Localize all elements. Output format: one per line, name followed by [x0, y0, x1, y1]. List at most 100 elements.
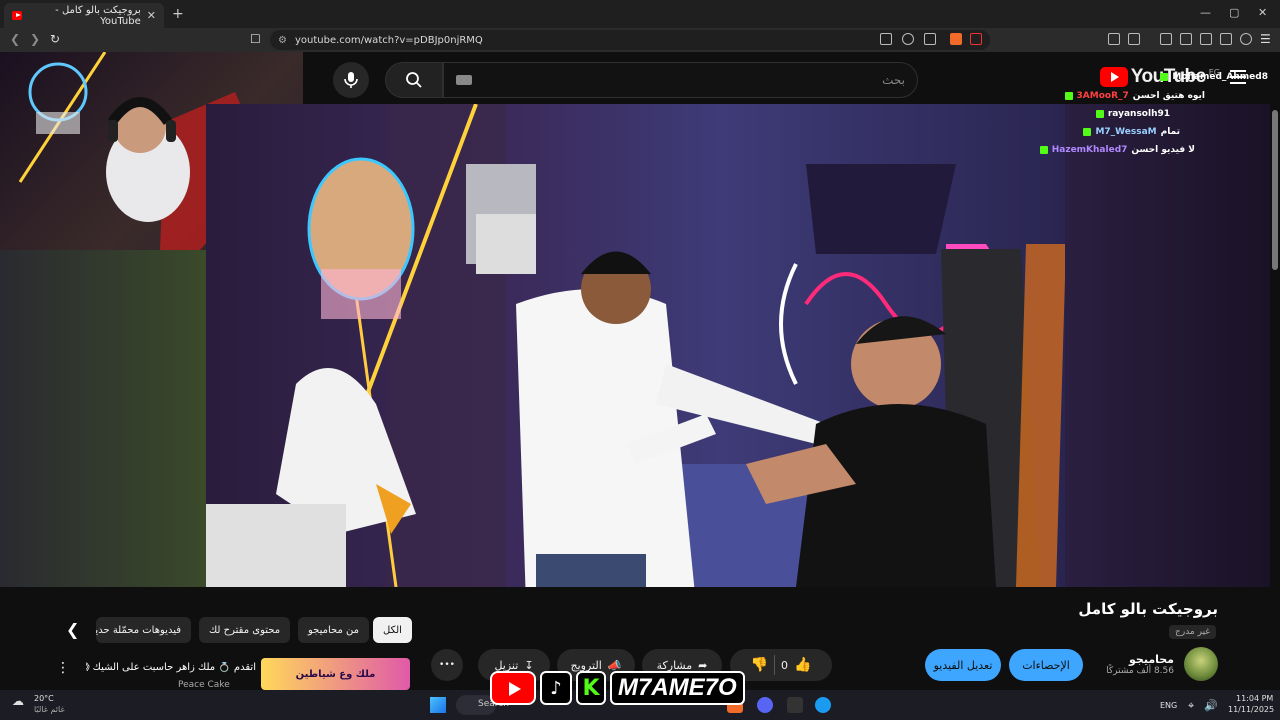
- channel-name[interactable]: محاميجو: [1106, 653, 1174, 666]
- tab-title: بروجيكت بالو كامل - YouTube: [55, 4, 141, 27]
- browser-toolbar: ❮ ❯ ↻ ☐ ⚙ youtube.com/watch?v=pDBJp0njRM…: [0, 28, 1280, 52]
- menu-icon[interactable]: ☰: [1260, 32, 1271, 46]
- subscriber-count: 8.56 ألف مشتركًا: [1106, 665, 1174, 676]
- chat-line: Mohamed_Ahmed8: [1160, 72, 1268, 82]
- browser-tab[interactable]: بروجيكت بالو كامل - YouTube ✕: [4, 3, 164, 28]
- left-video-bar: [0, 250, 206, 587]
- chip-recently-uploaded[interactable]: فيديوهات محمّلة حديثًا: [96, 617, 191, 643]
- youtube-page: بحث YouTube EG Mohamed_Ahmed8 ايوه هتيق …: [0, 52, 1280, 690]
- recommendation-thumbnail[interactable]: ملك وع شياطين: [261, 658, 410, 690]
- clock-time[interactable]: 11:04 PM: [1236, 694, 1273, 703]
- chat-user: 3AMooR_7: [1076, 91, 1129, 101]
- like-icon[interactable]: 👍: [794, 657, 811, 673]
- youtube-favicon-icon: [12, 11, 23, 20]
- screenshot-icon[interactable]: [1128, 33, 1140, 45]
- video-frame: [206, 104, 1065, 587]
- search-input[interactable]: بحث: [443, 62, 918, 98]
- chip-recommended[interactable]: محتوى مقترح لك: [199, 617, 291, 643]
- voice-search-button[interactable]: [333, 62, 369, 98]
- site-info-icon[interactable]: ⚙: [278, 35, 287, 46]
- kick-badge-icon: [1039, 146, 1048, 154]
- tiktok-logo-icon: ♪: [540, 671, 572, 705]
- recommendation-menu-icon[interactable]: ⋮: [56, 660, 70, 676]
- weather-temp: 20°C: [34, 694, 54, 703]
- privacy-badge: غير مدرج: [1169, 625, 1216, 639]
- kick-badge-icon: [1160, 73, 1169, 81]
- page-scrollbar[interactable]: [1272, 110, 1278, 270]
- chat-line: rayansolh91: [1095, 109, 1170, 119]
- chip-all[interactable]: الكل: [373, 617, 412, 643]
- microphone-icon: [344, 72, 358, 88]
- app-taskbar-icon[interactable]: [815, 697, 831, 713]
- dislike-icon[interactable]: 👎: [751, 657, 768, 673]
- clock-date[interactable]: 11/11/2025: [1228, 705, 1274, 714]
- chat-message: تمام: [1160, 127, 1180, 137]
- language-indicator[interactable]: ENG: [1160, 701, 1177, 710]
- back-icon[interactable]: ❮: [10, 32, 20, 46]
- brave-rewards-icon[interactable]: [970, 33, 982, 45]
- zoom-icon[interactable]: [902, 33, 914, 45]
- chat-line: ايوه هتيق احسن 3AMooR_7: [1064, 91, 1205, 101]
- recommendation-title[interactable]: اتقدم 💍 ملك زاهر حاسبت على الشيك 😱: [86, 662, 256, 673]
- search-placeholder: بحث: [882, 73, 905, 87]
- kick-badge-icon: [1064, 92, 1073, 100]
- chat-user: HazemKhaled7: [1051, 145, 1128, 155]
- reload-icon[interactable]: ↻: [50, 32, 60, 46]
- maximize-button[interactable]: ▢: [1229, 6, 1239, 19]
- edit-video-button[interactable]: تعديل الفيديو: [925, 649, 1001, 681]
- more-actions-button[interactable]: •••: [431, 649, 463, 681]
- streamer-name: M7AME7O: [610, 671, 745, 705]
- recommendation-channel[interactable]: Peace Cake: [178, 680, 230, 690]
- shield-icon[interactable]: [1240, 33, 1252, 45]
- like-dislike-group: 👎 0 👍: [730, 649, 832, 681]
- tab-close-icon[interactable]: ✕: [147, 9, 156, 22]
- stats-button[interactable]: الإحصاءات: [1009, 649, 1083, 681]
- extensions-icon[interactable]: [1108, 33, 1120, 45]
- channel-info: محاميجو 8.56 ألف مشتركًا: [1106, 647, 1218, 681]
- chat-message: لا فيديو احسن: [1131, 145, 1195, 155]
- kick-logo-icon: K: [576, 671, 606, 705]
- chat-user: Mohamed_Ahmed8: [1172, 72, 1268, 82]
- channel-avatar[interactable]: [1184, 647, 1218, 681]
- video-title: بروجيكت بالو كامل: [1078, 600, 1218, 618]
- start-icon[interactable]: [430, 697, 446, 713]
- browser-tab-bar: بروجيكت بالو كامل - YouTube ✕ + — ▢ ✕: [0, 0, 1280, 28]
- video-player[interactable]: [206, 104, 1065, 587]
- chip-from-channel[interactable]: من محاميجو: [298, 617, 370, 643]
- url-text: youtube.com/watch?v=pDBJp0njRMQ: [294, 34, 483, 46]
- streamer-watermark: ♪ K M7AME7O: [490, 668, 745, 708]
- terminal-taskbar-icon[interactable]: [787, 697, 803, 713]
- vpn-icon[interactable]: [1220, 33, 1232, 45]
- youtube-play-icon: [1099, 67, 1128, 87]
- live-chat-overlay: [1065, 104, 1270, 587]
- volume-icon[interactable]: 🔊: [1204, 699, 1218, 712]
- chat-user: rayansolh91: [1107, 109, 1170, 119]
- chat-message: ايوه هتيق احسن: [1132, 91, 1205, 101]
- forward-icon[interactable]: ❯: [30, 32, 40, 46]
- youtube-logo-icon: [490, 671, 536, 705]
- chat-user: M7_WessaM: [1095, 127, 1157, 137]
- wallet-icon[interactable]: [1200, 33, 1212, 45]
- weather-icon[interactable]: ☁: [12, 694, 24, 708]
- chat-line: لا فيديو احسن HazemKhaled7: [1039, 145, 1195, 155]
- bookmark-icon[interactable]: ☐: [250, 32, 261, 46]
- share-page-icon[interactable]: [924, 33, 936, 45]
- close-window-button[interactable]: ✕: [1258, 6, 1267, 19]
- network-icon[interactable]: ⌖: [1188, 699, 1194, 713]
- discord-taskbar-icon[interactable]: [757, 697, 773, 713]
- music-icon[interactable]: [1160, 33, 1172, 45]
- sidebar-icon[interactable]: [1180, 33, 1192, 45]
- search-button[interactable]: [385, 62, 443, 98]
- cast-icon[interactable]: [880, 33, 892, 45]
- weather-desc: غائم غالبًا: [34, 705, 65, 714]
- chat-line: تمام M7_WessaM: [1083, 127, 1180, 137]
- keyboard-icon[interactable]: [456, 75, 472, 85]
- like-count: 0: [781, 658, 788, 672]
- search-icon: [406, 72, 422, 88]
- kick-badge-icon: [1095, 110, 1104, 118]
- brave-shield-icon[interactable]: [950, 33, 962, 45]
- kick-badge-icon: [1083, 128, 1092, 136]
- new-tab-button[interactable]: +: [172, 6, 184, 22]
- chips-prev-icon[interactable]: ❮: [66, 620, 79, 639]
- minimize-button[interactable]: —: [1200, 6, 1211, 19]
